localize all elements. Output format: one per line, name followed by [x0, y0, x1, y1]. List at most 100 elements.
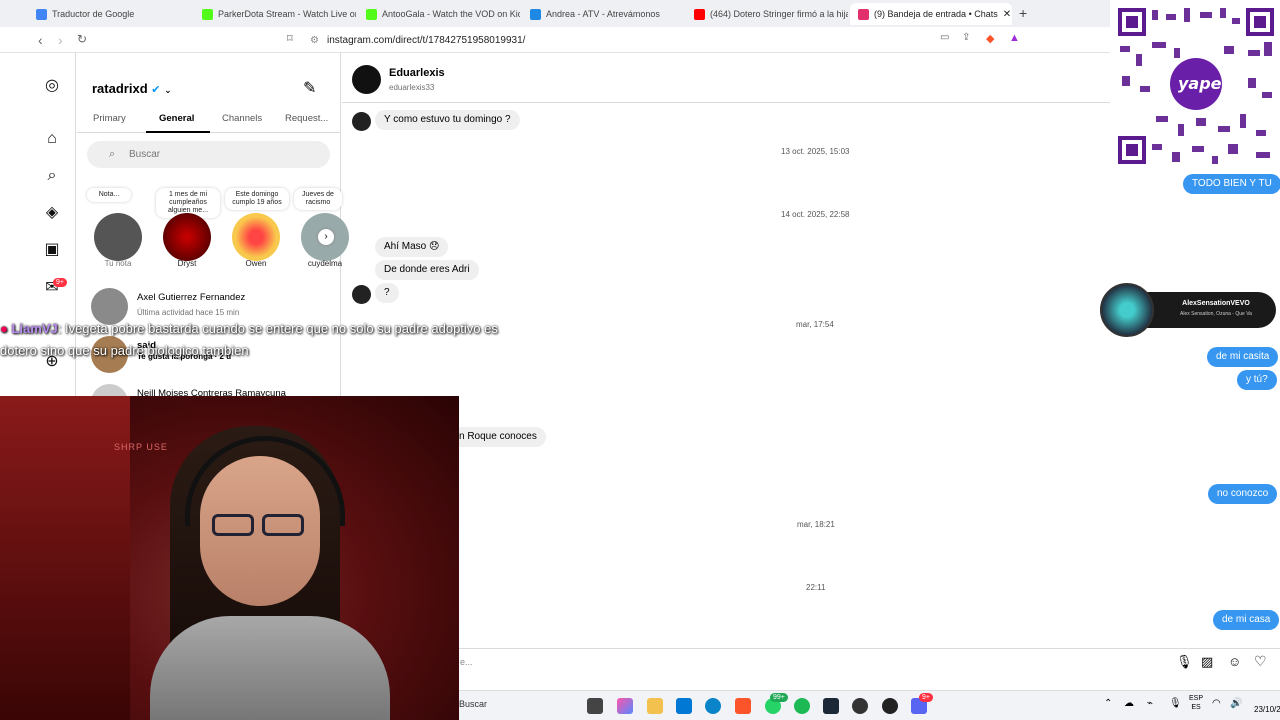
note-name: cuydelma [307, 259, 343, 268]
kick-icon [366, 8, 377, 20]
microphone-icon[interactable]: 🎙 [1176, 654, 1193, 670]
composer-placeholder: e... [460, 657, 473, 667]
browser-tab-bar: Traductor de Google ParkerDota Stream - … [0, 0, 1110, 27]
sticker-icon[interactable]: ☺ [1228, 654, 1241, 669]
contact-name[interactable]: Eduarlexis [389, 67, 445, 79]
album-art [1100, 283, 1154, 337]
heart-icon[interactable]: ♡ [1254, 653, 1267, 670]
store-icon[interactable] [676, 698, 692, 714]
avatar[interactable] [163, 213, 211, 261]
message-outgoing: y tú? [1237, 370, 1277, 390]
new-message-icon[interactable]: ✎ [303, 78, 316, 98]
reload-icon[interactable]: ↻ [77, 32, 87, 46]
note-bubble[interactable]: Jueves de racismo [294, 188, 342, 210]
site-info-icon: ⚙ [310, 34, 319, 46]
yape-qr-code: yape [1116, 6, 1276, 166]
microphone-icon[interactable]: 🎙 [1169, 698, 1182, 709]
note-bubble[interactable]: Este domingo cumplo 19 años [225, 188, 289, 210]
message-incoming: n Roque conoces [450, 427, 546, 447]
language-indicator[interactable]: ESP ES [1189, 694, 1203, 712]
browser-tab[interactable]: Traductor de Google [28, 3, 193, 25]
file-explorer-icon[interactable] [647, 698, 663, 714]
timestamp: 13 oct. 2025, 15:03 [781, 147, 850, 156]
url-text: instagram.com/direct/t/17842751958019931… [326, 34, 526, 46]
chevron-down-icon[interactable]: ⌄ [164, 85, 172, 95]
app-icon[interactable] [882, 698, 898, 714]
brave-shield-icon[interactable]: ◆ [986, 32, 994, 45]
tab-title: AntooGala - Watch the VOD on Kick [382, 9, 520, 19]
room-wall [0, 396, 130, 720]
network-icon[interactable]: ⌁ [1147, 698, 1153, 709]
active-tab-indicator [146, 131, 210, 133]
search-input[interactable]: ⌕ Buscar [87, 141, 330, 168]
tab-requests[interactable]: Request... [285, 113, 328, 124]
avatar [352, 112, 371, 131]
instagram-logo-icon[interactable]: ◎ [42, 76, 62, 96]
search-icon[interactable]: ⌕ [42, 166, 62, 186]
volume-icon[interactable]: 🔊 [1230, 698, 1242, 709]
chat-header: Eduarlexis eduarlexis33 [342, 53, 1110, 103]
message-composer[interactable]: e... 🎙 ▨ ☺ ♡ [342, 648, 1280, 676]
brave-rewards-icon[interactable]: ▲ [1009, 32, 1020, 44]
tab-title: Andrea - ATV - Atrevámonos [546, 9, 660, 19]
tab-primary[interactable]: Primary [93, 113, 126, 124]
close-tab-icon[interactable]: ✕ [1003, 9, 1011, 20]
windows-taskbar: Buscar 99+ 9+ ⌃ ☁ ⌁ 🎙 ESP ES ◠ 🔊 23/10/2 [459, 690, 1280, 720]
new-tab-icon[interactable]: + [1019, 5, 1027, 21]
tab-title: Traductor de Google [52, 9, 135, 19]
avatar[interactable] [352, 65, 381, 94]
browser-tab[interactable]: Andrea - ATV - Atrevámonos [522, 3, 684, 25]
message-outgoing: no conozco [1208, 484, 1278, 504]
avatar[interactable] [94, 213, 142, 261]
yape-logo: yape [1178, 74, 1222, 93]
brave-icon[interactable] [735, 698, 751, 714]
now-playing-title: AlexSensationVEVO [1182, 300, 1250, 307]
image-icon[interactable]: ▨ [1201, 654, 1213, 670]
bookmark-icon[interactable]: ⌑ [287, 32, 293, 45]
tab-title: (9) Bandeja de entrada • Chats [874, 9, 998, 19]
copilot-icon[interactable] [617, 698, 633, 714]
tray-app-icon[interactable]: ☁ [1124, 698, 1134, 709]
url-field[interactable]: ⚙ instagram.com/direct/t/178427519580199… [310, 31, 1030, 49]
edge-icon[interactable] [705, 698, 721, 714]
browser-tab-active[interactable]: (9) Bandeja de entrada • Chats ✕ [850, 3, 1012, 25]
reels-icon[interactable]: ▣ [42, 240, 62, 260]
stream-chat-overlay: ● LiamVJ: Ivegeta pobre bastarda cuando … [0, 318, 500, 362]
browser-tab[interactable]: AntooGala - Watch the VOD on Kick [358, 3, 520, 25]
kick-icon [202, 8, 213, 20]
task-view-icon[interactable] [587, 698, 603, 714]
browser-tab[interactable]: (464) Dotero Stringer firmó a la hija d [686, 3, 848, 25]
taskbar-search[interactable]: Buscar [459, 699, 487, 709]
chevron-right-icon[interactable]: › [318, 229, 334, 245]
inbox-tabs: Primary General Channels Request... [77, 111, 341, 133]
youtube-icon [694, 8, 705, 20]
contact-handle: eduarlexis33 [389, 83, 435, 92]
share-icon[interactable]: ⇪ [962, 32, 970, 43]
forward-icon[interactable]: › [58, 32, 63, 48]
account-username[interactable]: ratadrixd ✔ ⌄ [92, 81, 172, 96]
avatar[interactable] [232, 213, 280, 261]
note-name: Dryst [177, 259, 197, 268]
wifi-icon[interactable]: ◠ [1212, 698, 1221, 709]
obs-icon[interactable] [852, 698, 868, 714]
notification-badge: 9+ [53, 278, 67, 287]
tab-title: (464) Dotero Stringer firmó a la hija d [710, 9, 848, 19]
clock-date[interactable]: 23/10/2 [1254, 705, 1280, 714]
explore-icon[interactable]: ◈ [42, 203, 62, 223]
tab-title: ParkerDota Stream - Watch Live on K [218, 9, 356, 19]
spotify-icon[interactable] [794, 698, 810, 714]
cast-icon[interactable]: ▭ [940, 32, 949, 43]
steam-icon[interactable] [823, 698, 839, 714]
back-icon[interactable]: ‹ [38, 32, 43, 48]
note-name: Owen [245, 259, 267, 268]
note-name: Tu nota [104, 259, 132, 268]
tab-general[interactable]: General [159, 113, 194, 124]
chevron-up-icon[interactable]: ⌃ [1104, 698, 1112, 709]
now-playing-subtitle: Alex Sensation, Ozuna - Que Va [1180, 311, 1252, 317]
note-bubble[interactable]: Nota... [87, 188, 131, 202]
now-playing-widget: AlexSensationVEVO Alex Sensation, Ozuna … [1100, 283, 1276, 337]
tab-channels[interactable]: Channels [222, 113, 262, 124]
timestamp: 22:11 [806, 583, 826, 592]
home-icon[interactable]: ⌂ [42, 129, 62, 149]
browser-tab[interactable]: ParkerDota Stream - Watch Live on K [194, 3, 356, 25]
